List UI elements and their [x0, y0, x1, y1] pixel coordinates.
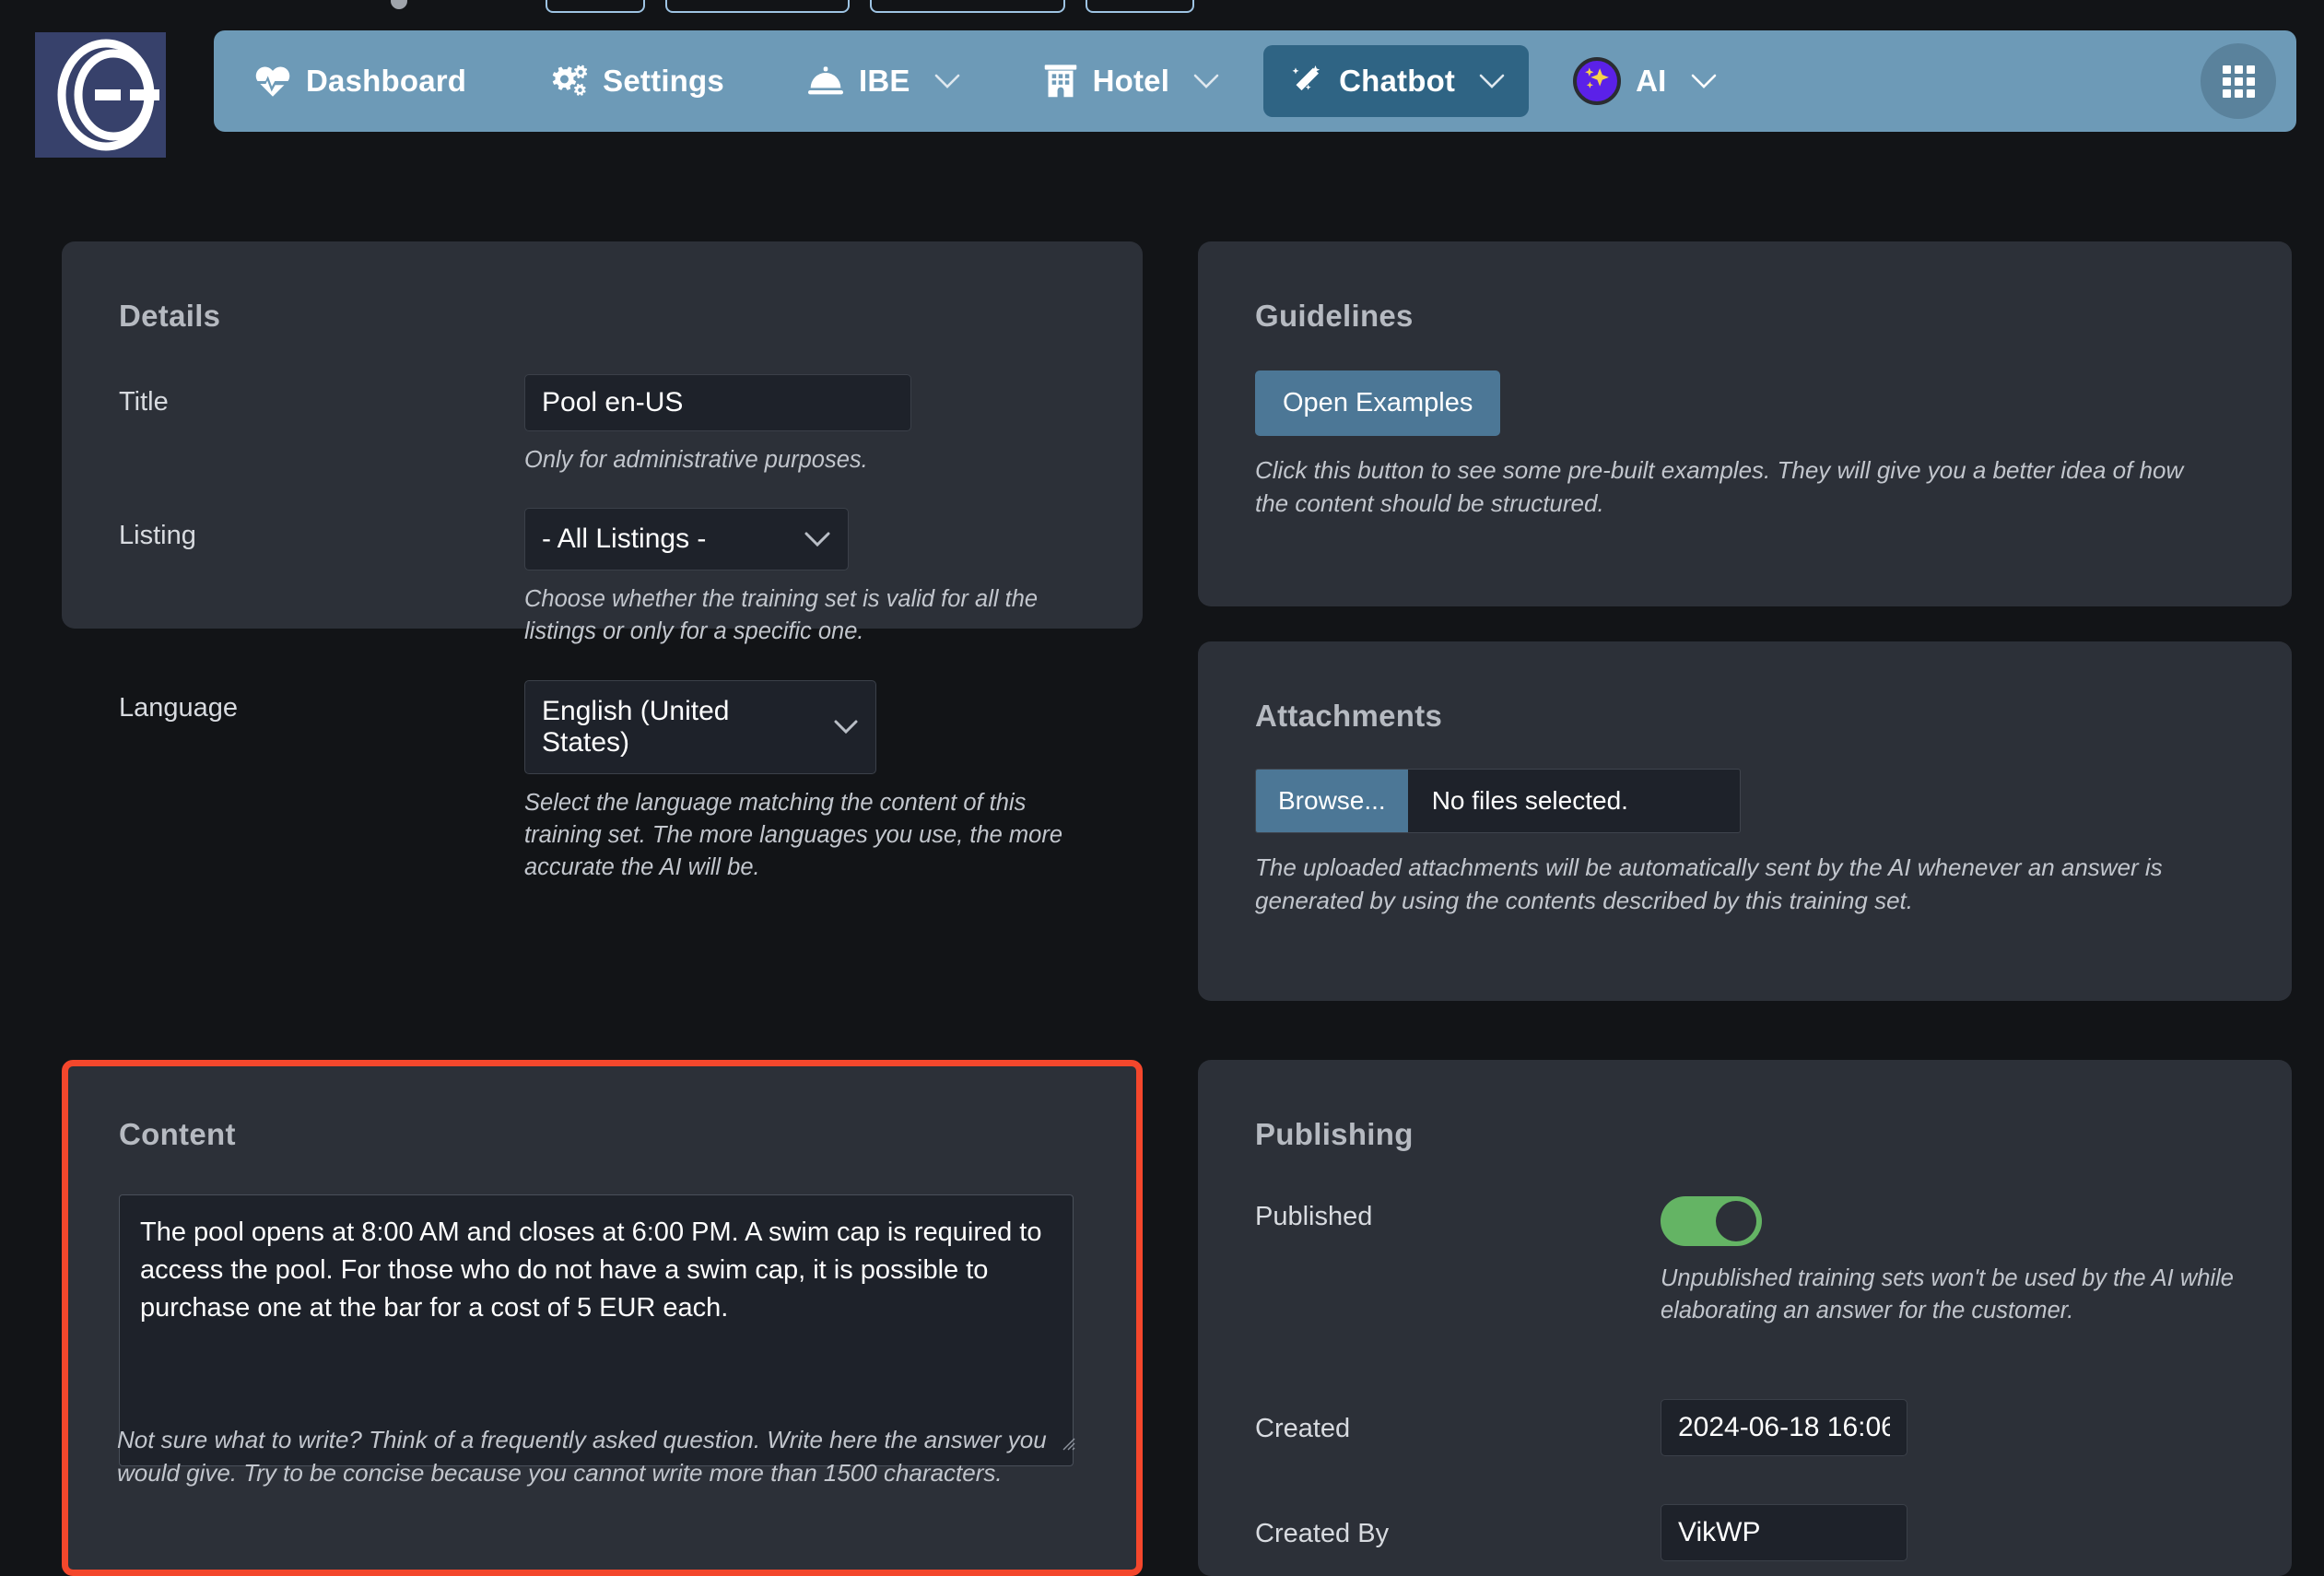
created-by-row: Created By: [1255, 1504, 2236, 1562]
listing-select[interactable]: - All Listings -: [524, 508, 849, 571]
attachments-file-input[interactable]: Browse... No files selected.: [1255, 769, 1741, 833]
publishing-panel: Publishing Published Unpublished trainin…: [1198, 1060, 2292, 1576]
language-field-label: Language: [119, 692, 239, 723]
chevron-down-icon: [1479, 73, 1505, 89]
sparkles-icon: [1581, 64, 1613, 100]
created-row: Created: [1255, 1399, 2236, 1457]
details-panel-title: Details: [119, 299, 221, 333]
nav-label-settings: Settings: [603, 64, 724, 98]
guidelines-hint: Click this button to see some pre-built …: [1255, 456, 2184, 517]
nav-item-hotel[interactable]: Hotel: [1019, 45, 1244, 117]
content-field-hint: Not sure what to write? Think of a frequ…: [117, 1426, 1047, 1487]
apps-grid-icon: [2222, 65, 2255, 98]
title-input[interactable]: [524, 374, 911, 431]
listing-select-value: - All Listings -: [542, 523, 707, 555]
file-status-label: No files selected.: [1431, 786, 1628, 815]
created-label: Created: [1255, 1414, 1351, 1444]
guidelines-panel-title: Guidelines: [1255, 299, 1414, 333]
attachments-panel-title: Attachments: [1255, 699, 1443, 733]
ai-badge: [1573, 57, 1622, 105]
cutoff-dot-icon: [391, 0, 407, 9]
language-select[interactable]: English (United States): [524, 679, 876, 774]
chevron-down-icon: [934, 73, 960, 89]
content-panel: Content: [62, 1060, 1143, 1576]
publishing-panel-title: Publishing: [1255, 1117, 1414, 1151]
cutoff-button-3[interactable]: [870, 0, 1065, 13]
published-toggle[interactable]: [1661, 1196, 1762, 1246]
nav-label-chatbot: Chatbot: [1339, 64, 1456, 98]
language-field-row: Language English (United States) Select …: [119, 679, 1087, 885]
nav-item-chatbot[interactable]: Chatbot: [1263, 45, 1530, 117]
guidelines-panel: Guidelines Open Examples Click this butt…: [1198, 241, 2292, 606]
listing-field-hint: Choose whether the training set is valid…: [524, 586, 1039, 645]
attachments-hint: The uploaded attachments will be automat…: [1255, 853, 2163, 914]
title-field-row: Title Only for administrative purposes.: [119, 374, 1087, 476]
cutoff-top-toolbar: [0, 0, 2324, 15]
logo-e-icon: [57, 39, 159, 151]
browse-button[interactable]: Browse...: [1256, 770, 1408, 832]
nav-item-settings[interactable]: Settings: [525, 45, 748, 117]
nav-item-ibe[interactable]: IBE: [783, 45, 984, 117]
created-by-input[interactable]: [1661, 1504, 1907, 1562]
created-input[interactable]: [1661, 1399, 1907, 1457]
language-select-value: English (United States): [542, 695, 730, 758]
title-field-label: Title: [119, 387, 169, 417]
heart-pulse-icon: [254, 65, 291, 98]
listing-field-row: Listing - All Listings - Choose whether …: [119, 508, 1087, 648]
chevron-down-icon: [804, 523, 831, 555]
cutoff-button-2[interactable]: [665, 0, 850, 13]
title-field-hint: Only for administrative purposes.: [524, 447, 868, 473]
listing-field-label: Listing: [119, 521, 196, 551]
app-logo[interactable]: [35, 32, 166, 158]
nav-item-ai[interactable]: AI: [1549, 45, 1740, 117]
concierge-bell-icon: [807, 65, 844, 97]
nav-label-ibe: IBE: [858, 64, 910, 98]
main-navbar: Dashboard Settings IBE Hotel Chatbot AI: [214, 30, 2296, 132]
hotel-building-icon: [1043, 64, 1078, 99]
apps-grid-button[interactable]: [2201, 43, 2276, 119]
chevron-down-icon: [1691, 73, 1717, 89]
published-row: Published Unpublished training sets won'…: [1255, 1196, 2236, 1327]
nav-item-dashboard[interactable]: Dashboard: [230, 45, 490, 117]
gears-icon: [549, 65, 588, 98]
open-examples-button[interactable]: Open Examples: [1255, 370, 1501, 436]
published-label: Published: [1255, 1202, 1373, 1231]
chevron-down-icon: [1193, 73, 1219, 89]
attachments-panel: Attachments Browse... No files selected.…: [1198, 641, 2292, 1001]
nav-label-dashboard: Dashboard: [306, 64, 467, 98]
created-by-label: Created By: [1255, 1519, 1390, 1549]
chevron-down-icon: [833, 712, 859, 743]
content-panel-title: Content: [119, 1117, 236, 1151]
nav-label-hotel: Hotel: [1092, 64, 1170, 98]
details-panel: Details Title Only for administrative pu…: [62, 241, 1143, 880]
nav-label-ai: AI: [1636, 64, 1667, 98]
cutoff-button-4[interactable]: [1086, 0, 1194, 13]
language-field-hint: Select the language matching the content…: [524, 789, 1062, 880]
cutoff-button-1[interactable]: [546, 0, 645, 13]
published-hint: Unpublished training sets won't be used …: [1661, 1265, 2234, 1324]
magic-wand-icon: [1287, 63, 1324, 100]
toggle-knob: [1716, 1201, 1756, 1241]
